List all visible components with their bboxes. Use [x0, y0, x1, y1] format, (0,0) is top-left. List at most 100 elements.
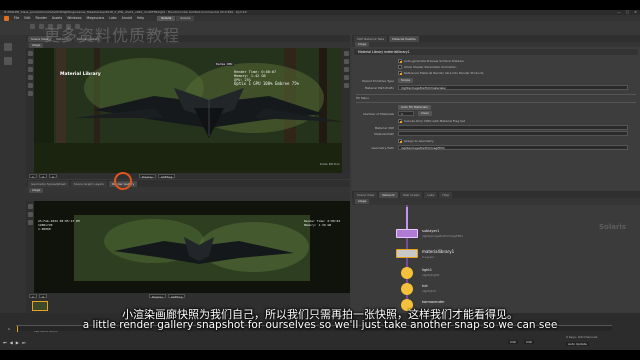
display-menu[interactable]: Display: [148, 294, 166, 299]
lighting-mode-icon[interactable]: [343, 67, 349, 72]
reference-render-vars-checkbox[interactable]: [398, 71, 402, 75]
node-hdr-label: hdr: [422, 284, 428, 288]
include-only-flagged-checkbox[interactable]: [398, 119, 402, 123]
frame-end-field-b[interactable]: 240: [524, 340, 534, 344]
render-delegate-chip[interactable]: Karma XPU: [214, 62, 235, 66]
parent-prim-type-menu[interactable]: Scope: [398, 78, 414, 83]
gallery-left-toolbar: [26, 201, 34, 293]
geometry-path-field[interactable]: /lights/megafireTrill/megFE01: [398, 145, 628, 150]
menu-render[interactable]: Render: [36, 16, 47, 20]
allow-shader-animation-checkbox[interactable]: [398, 65, 402, 69]
parameter-editor: Material Library materiallibrary1 Auto-g…: [352, 47, 640, 197]
desktop-tab-solaris[interactable]: Solaris: [157, 15, 176, 21]
select-tool-icon[interactable]: [27, 51, 33, 56]
shelf-tool-icon[interactable]: [30, 24, 35, 29]
assign-to-geometry-checkbox[interactable]: [398, 139, 402, 143]
letterbox-bottom: [0, 350, 640, 360]
channel-status: 0 Keys, 0/0 Channels: [566, 335, 598, 339]
material-path-prefix-field[interactable]: /lights/megafireTrill/materials/: [398, 85, 628, 90]
auto-fill-materials-button[interactable]: Auto Fill Materials: [398, 105, 431, 110]
tab-labs[interactable]: Labs: [424, 191, 438, 198]
tab-network-active[interactable]: Network: [379, 191, 398, 198]
tab-task-graph[interactable]: Task Graph: [399, 191, 423, 198]
scene-viewport[interactable]: Material Library Karma XPU Render Time: …: [34, 48, 350, 173]
shading-mode-icon[interactable]: [343, 75, 349, 80]
render-gallery-view[interactable]: 23-Feb-2024 08:05:13 PM 1280x720 1.00000…: [34, 201, 350, 293]
tab-scene-view-2[interactable]: Scene View: [354, 191, 378, 198]
menu-labs[interactable]: Labs: [109, 16, 116, 20]
menu-file[interactable]: File: [14, 16, 19, 20]
display-options-icon[interactable]: [343, 51, 349, 56]
shelf-icon[interactable]: [4, 57, 12, 65]
tab-sop-network-tabs[interactable]: SOP Network Tabs: [354, 35, 388, 42]
node-sublayer1[interactable]: [396, 229, 418, 238]
scale-tool-icon[interactable]: [27, 75, 33, 80]
menu-windows[interactable]: Windows: [67, 16, 81, 20]
step-back-icon[interactable]: ◀: [10, 340, 13, 345]
material-path-prefix-label: Material Path Prefix: [364, 86, 394, 90]
path-chip-stage[interactable]: stage: [29, 42, 44, 48]
tab-geometry-spreadsheet[interactable]: Geometry Spreadsheet: [28, 180, 69, 187]
path-chip-stage[interactable]: stage: [29, 187, 44, 193]
tab-scene-graph-layers[interactable]: Scene Graph Layers: [70, 180, 107, 187]
menu-arnold[interactable]: Arnold: [122, 16, 132, 20]
network-pane-tabs: Scene View Network Task Graph Labs Help: [352, 191, 640, 198]
light-tool-icon[interactable]: [27, 83, 33, 88]
number-of-materials-field[interactable]: 1: [398, 111, 414, 116]
colorspace-menu[interactable]: ACEScg: [157, 174, 176, 179]
move-tool-icon[interactable]: [27, 59, 33, 64]
material-vop-field[interactable]: [398, 125, 628, 130]
forest-spaceship-render: [34, 48, 350, 173]
strip-field[interactable]: 4: [38, 294, 47, 299]
snapshot-icon[interactable]: [27, 204, 33, 209]
strip-field[interactable]: 1: [29, 174, 37, 179]
menu-help[interactable]: Help: [137, 16, 144, 20]
camera-tool-icon[interactable]: [27, 91, 33, 96]
path-chip-stage[interactable]: stage: [355, 199, 370, 204]
include-only-flagged-label: Include Only VOPs with Material Flag Set: [404, 118, 465, 123]
desktop-tab-solaris-2[interactable]: Solaris: [176, 15, 195, 21]
fill-menu-label[interactable]: Fill Menu: [356, 96, 369, 100]
compare-icon[interactable]: [27, 212, 33, 217]
shelf-icon[interactable]: [4, 43, 12, 51]
clear-materials-button[interactable]: Clear: [418, 111, 432, 116]
material-path-field[interactable]: [398, 131, 628, 136]
node-materiallibrary1-label: materiallibrary1: [422, 249, 455, 254]
tab-help[interactable]: Help: [439, 191, 453, 198]
play-icon[interactable]: ▶: [16, 340, 19, 345]
frame-end-field-a[interactable]: 240: [508, 340, 518, 344]
houdini-logo-icon: [4, 15, 9, 21]
strip-field[interactable]: 1: [29, 294, 37, 299]
jump-start-icon[interactable]: ⏮: [3, 340, 7, 345]
rotate-tool-icon[interactable]: [27, 67, 33, 72]
tab-material-palette[interactable]: Material Palette: [389, 35, 419, 42]
cursor-highlight-ring: [114, 172, 132, 190]
menu-edit[interactable]: Edit: [24, 16, 30, 20]
number-of-materials-label: Number of Materials: [363, 112, 394, 116]
node-hdr-lightbulb-icon[interactable]: [401, 283, 413, 295]
node-light1-lightbulb-icon[interactable]: [401, 267, 413, 279]
node-sublayer1-sub: /lights/megafireTrill/megFE01: [422, 234, 463, 238]
strip-field[interactable]: 4: [38, 174, 47, 179]
render-stats-device: Optix 1 GPU 100% Embree 75%: [234, 81, 300, 86]
grid-toggle-icon[interactable]: [343, 83, 349, 88]
gallery-toolbar: [26, 193, 350, 201]
auto-update-menu[interactable]: Auto Update: [566, 342, 589, 346]
node-materiallibrary1[interactable]: [396, 249, 418, 258]
viewport-node-label: Material Library: [60, 72, 101, 77]
colorspace-menu[interactable]: ACEScg: [167, 294, 186, 299]
display-menu[interactable]: Display: [138, 174, 156, 179]
houdini-window: H:/MILLER_Class_production/shots/018/lig…: [0, 10, 640, 350]
jump-end-icon[interactable]: ⏭: [22, 340, 26, 345]
delete-snapshot-icon[interactable]: [27, 220, 33, 225]
geometry-path-label: Geometry Path: [371, 146, 394, 150]
menu-assets[interactable]: Assets: [52, 16, 62, 20]
strip-field[interactable]: 4: [48, 174, 57, 179]
network-editor[interactable]: Solaris sublayer1 /lights/megafireTrill/…: [352, 205, 640, 313]
camera-menu-icon[interactable]: [343, 59, 349, 64]
menu-megascans[interactable]: Megascans: [87, 16, 105, 20]
auto-generate-preview-checkbox[interactable]: [398, 59, 402, 63]
node-sublayer1-label: sublayer1: [422, 229, 440, 233]
material-path-label: Material Path: [374, 132, 394, 136]
indie-edition-tag: Indie Edition: [320, 163, 340, 166]
